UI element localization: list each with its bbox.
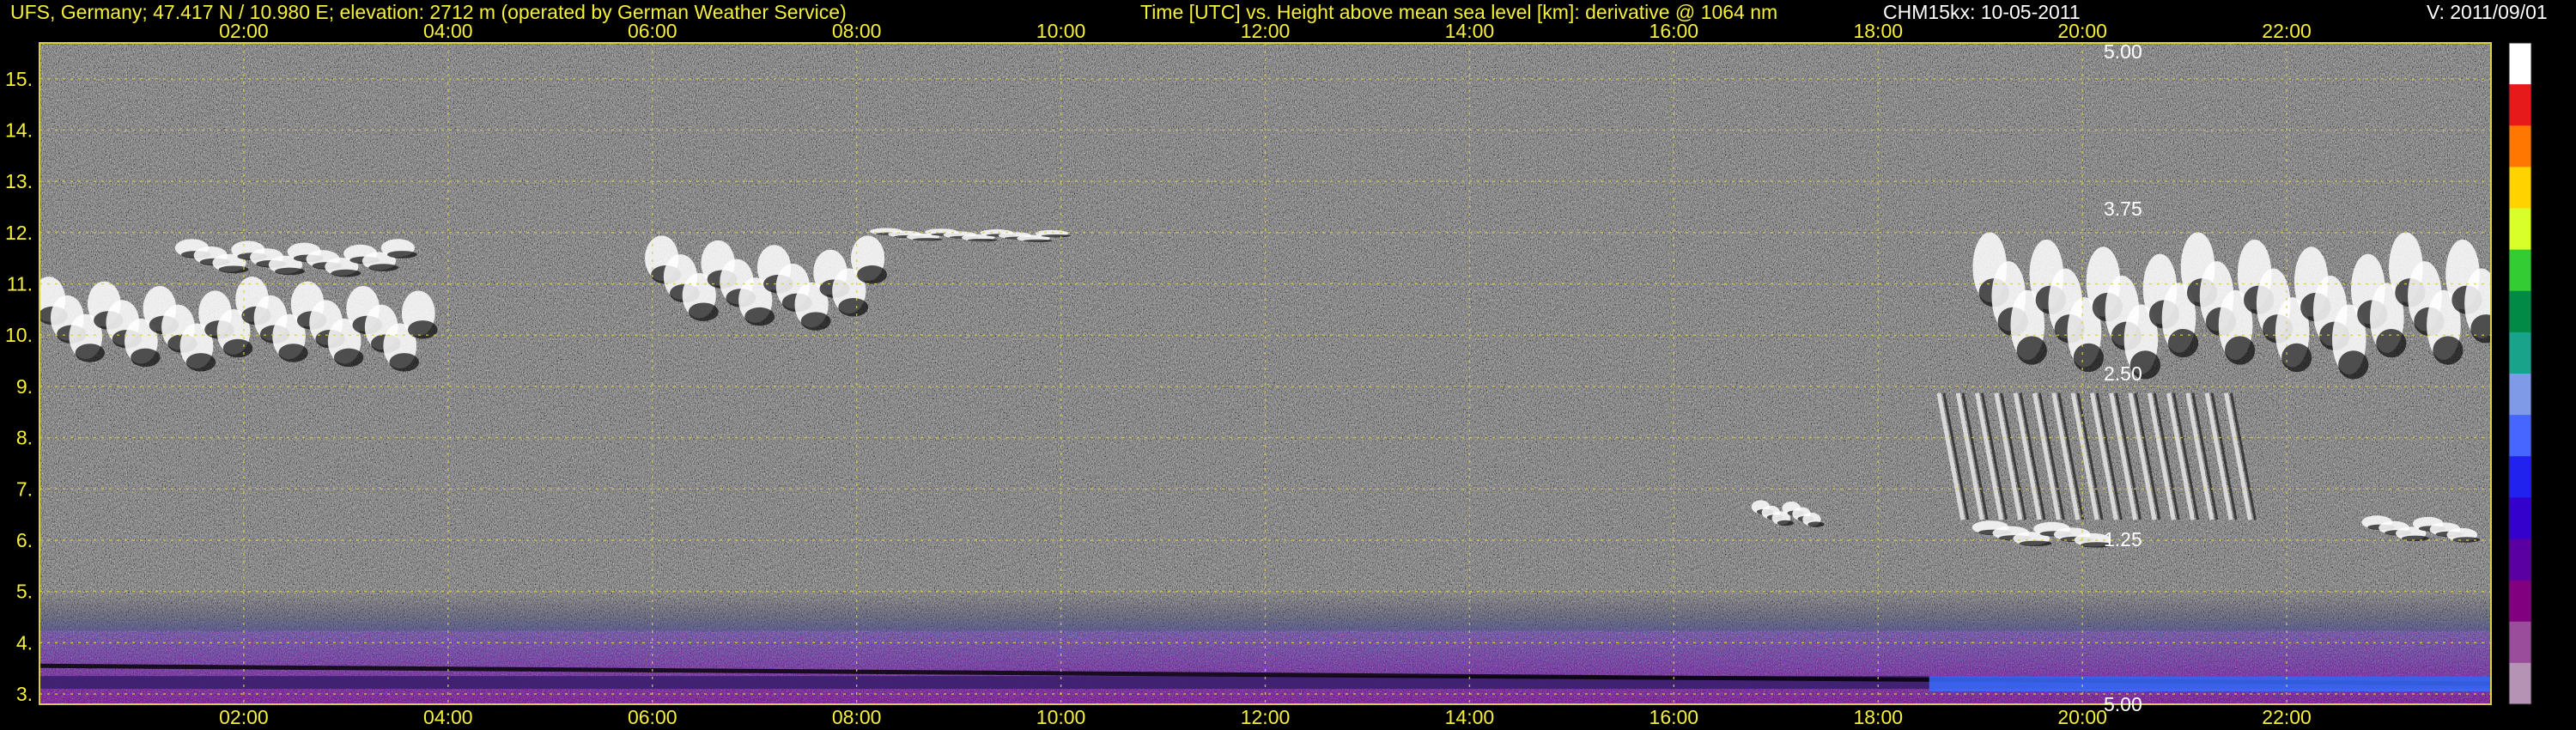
x-tick-label-bottom: 06:00 xyxy=(628,706,677,728)
x-tick-label-bottom: 14:00 xyxy=(1445,706,1495,728)
y-tick-label: 12. xyxy=(5,222,33,244)
y-tick-label: 6. xyxy=(16,529,33,551)
colorbar-tick-label: 2.50 xyxy=(2104,362,2142,385)
y-tick-label: 7. xyxy=(16,478,33,500)
y-tick-label: 3. xyxy=(16,683,33,705)
x-tick-label-bottom: 12:00 xyxy=(1241,706,1291,728)
colorbar-tick-label: 1.25 xyxy=(2104,527,2142,551)
colorbar-swatch xyxy=(2509,538,2531,581)
colorbar-swatch xyxy=(2509,374,2531,416)
version-label: V: 2011/09/01 xyxy=(2427,1,2548,23)
y-tick-label: 14. xyxy=(5,119,33,141)
x-tick-label-bottom: 18:00 xyxy=(1853,706,1903,728)
x-tick-label-bottom: 10:00 xyxy=(1036,706,1086,728)
colorbar-swatch xyxy=(2509,290,2531,333)
colorbar-swatch xyxy=(2509,580,2531,623)
colorbar-swatch xyxy=(2509,84,2531,126)
y-tick-label: 8. xyxy=(16,427,33,449)
colorbar-tick-label: 3.75 xyxy=(2104,197,2142,220)
y-tick-label: 10. xyxy=(5,324,33,346)
x-tick-label-bottom: 16:00 xyxy=(1649,706,1699,728)
y-tick-label: 4. xyxy=(16,631,33,654)
colorbar-swatch xyxy=(2509,456,2531,498)
colorbar-tick-label: 5.00 xyxy=(2104,40,2142,63)
x-tick-label-top: 10:00 xyxy=(1036,20,1086,42)
y-tick-label: 5. xyxy=(16,581,33,603)
y-tick-label: 11. xyxy=(7,273,33,295)
y-tick-label: 9. xyxy=(16,375,33,398)
x-tick-label-bottom: 22:00 xyxy=(2262,706,2312,728)
colorbar-swatch xyxy=(2509,208,2531,251)
colorbar-swatch xyxy=(2509,167,2531,209)
colorbar xyxy=(2508,42,2532,705)
instrument-date: CHM15kx: 10-05-2011 xyxy=(1883,1,2081,23)
colorbar-swatch xyxy=(2509,662,2531,705)
x-tick-label-bottom: 20:00 xyxy=(2057,706,2107,728)
ceilometer-plot: 02:0002:0004:0004:0006:0006:0008:0008:00… xyxy=(5,20,2532,728)
colorbar-swatch xyxy=(2509,43,2531,85)
colorbar-swatch xyxy=(2509,497,2531,539)
x-tick-label-bottom: 02:00 xyxy=(219,706,269,728)
surface-signal-band xyxy=(1929,676,2491,692)
chart-title: Time [UTC] vs. Height above mean sea lev… xyxy=(1140,1,1778,23)
x-tick-label-bottom: 08:00 xyxy=(832,706,882,728)
colorbar-tick-label: 5.00 xyxy=(2104,693,2142,715)
y-tick-label: 13. xyxy=(5,170,33,192)
y-tick-label: 15. xyxy=(5,68,33,90)
station-info: UFS, Germany; 47.417 N / 10.980 E; eleva… xyxy=(10,1,847,23)
colorbar-swatch xyxy=(2509,415,2531,457)
x-tick-label-bottom: 04:00 xyxy=(423,706,473,728)
x-tick-label-top: 22:00 xyxy=(2262,20,2312,42)
colorbar-swatch xyxy=(2509,332,2531,374)
colorbar-swatch xyxy=(2509,249,2531,292)
colorbar-swatch xyxy=(2509,621,2531,664)
colorbar-swatch xyxy=(2509,125,2531,167)
